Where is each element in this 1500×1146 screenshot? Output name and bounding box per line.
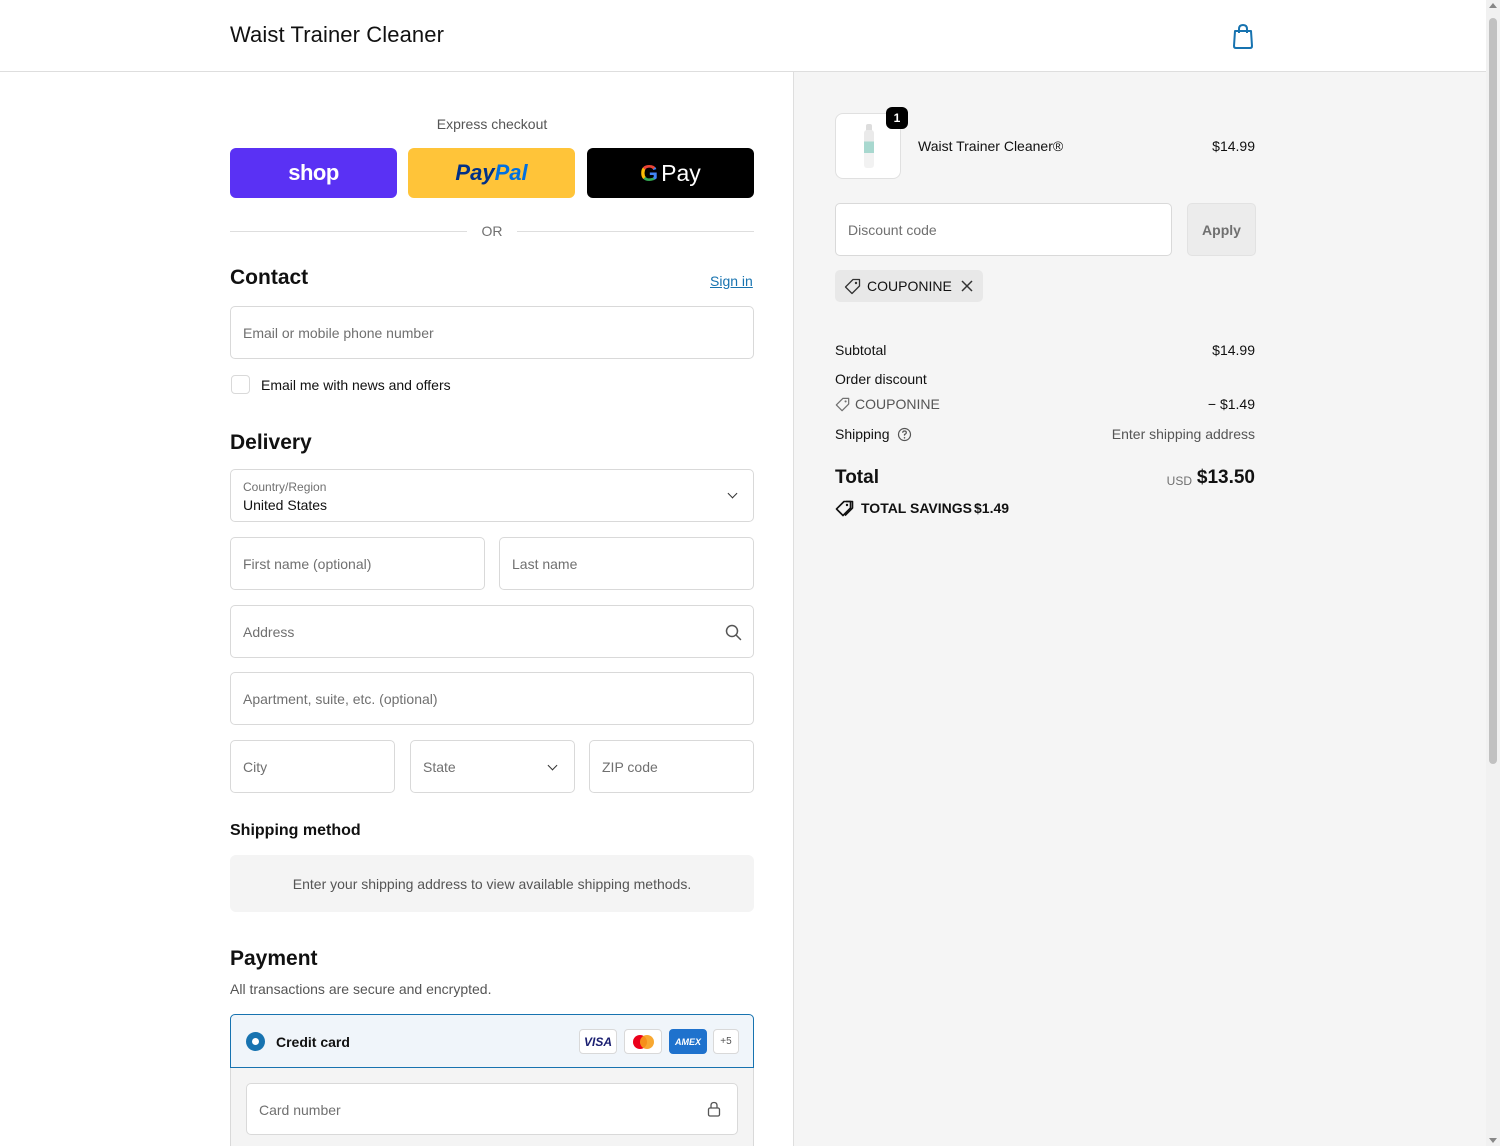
savings-label: TOTAL SAVINGS — [861, 500, 972, 516]
credit-card-option[interactable]: Credit card VISA AMEX +5 — [230, 1014, 754, 1068]
shipping-method-message: Enter your shipping address to view avai… — [292, 876, 692, 892]
zip-placeholder: ZIP code — [602, 759, 658, 775]
quantity-badge: 1 — [886, 107, 908, 129]
scrollbar-thumb[interactable] — [1489, 18, 1497, 764]
email-field[interactable]: Email or mobile phone number — [230, 306, 754, 359]
delivery-title: Delivery — [230, 431, 312, 454]
last-name-placeholder: Last name — [512, 556, 578, 572]
shop-pay-button[interactable]: shop — [230, 148, 397, 198]
google-g-icon: G — [640, 159, 659, 186]
shipping-value: Enter shipping address — [1111, 426, 1255, 442]
last-name-field[interactable]: Last name — [499, 537, 754, 590]
city-field[interactable]: City — [230, 740, 395, 793]
order-discount-label: Order discount — [835, 371, 927, 387]
discount-placeholder: Discount code — [848, 222, 937, 238]
country-label: Country/Region — [243, 480, 327, 494]
address-field[interactable]: Address — [230, 605, 754, 658]
card-number-field[interactable]: Card number — [246, 1083, 738, 1135]
paypal-logo-pal: Pal — [494, 160, 528, 185]
help-icon[interactable] — [897, 427, 912, 442]
coupon-code-label: COUPONINE — [867, 278, 952, 294]
payment-title: Payment — [230, 947, 318, 970]
lock-icon — [707, 1101, 721, 1117]
shopping-bag-icon[interactable] — [1231, 23, 1255, 49]
savings-value: $1.49 — [974, 500, 1010, 516]
tag-icon — [835, 397, 850, 412]
state-placeholder: State — [423, 759, 456, 775]
close-icon[interactable] — [959, 278, 975, 294]
paypal-button[interactable]: Pay Pal — [408, 148, 575, 198]
shipping-method-notice: Enter your shipping address to view avai… — [230, 855, 754, 912]
header: Waist Trainer Cleaner — [0, 0, 1486, 72]
applied-coupon-chip: COUPONINE — [835, 270, 983, 302]
paypal-logo-pay: Pay — [455, 160, 495, 185]
search-icon — [725, 624, 742, 641]
mastercard-icon — [624, 1029, 662, 1054]
more-cards-badge: +5 — [713, 1029, 739, 1054]
google-pay-label: Pay — [661, 159, 701, 186]
newsletter-checkbox[interactable] — [231, 375, 250, 394]
address-placeholder: Address — [243, 624, 295, 640]
chevron-down-icon — [727, 488, 738, 499]
apartment-field[interactable]: Apartment, suite, etc. (optional) — [230, 672, 754, 725]
total-value: $13.50 — [1196, 467, 1255, 488]
state-select[interactable]: State — [410, 740, 575, 793]
scrollbar[interactable] — [1486, 0, 1500, 1146]
product-name: Waist Trainer Cleaner® — [918, 138, 1064, 154]
contact-title: Contact — [230, 266, 309, 289]
subtotal-value: $14.99 — [1212, 342, 1255, 358]
payment-note: All transactions are secure and encrypte… — [230, 981, 492, 997]
tag-icon — [844, 278, 861, 295]
savings-tag-icon — [835, 500, 854, 517]
sign-in-link[interactable]: Sign in — [710, 273, 753, 289]
total-label: Total — [835, 467, 879, 488]
apartment-placeholder: Apartment, suite, etc. (optional) — [243, 691, 438, 707]
newsletter-label: Email me with news and offers — [261, 377, 451, 393]
credit-card-radio[interactable] — [246, 1032, 265, 1051]
discount-value: − $1.49 — [1207, 396, 1255, 412]
apply-discount-button[interactable]: Apply — [1187, 203, 1256, 256]
country-value: United States — [243, 497, 328, 513]
city-placeholder: City — [243, 759, 268, 775]
google-pay-button[interactable]: G Pay — [587, 148, 754, 198]
discount-code-label: COUPONINE — [855, 396, 940, 412]
shipping-method-title: Shipping method — [230, 822, 361, 839]
product-image — [864, 130, 874, 168]
visa-icon: VISA — [579, 1029, 617, 1054]
or-label: OR — [481, 223, 503, 239]
shipping-label: Shipping — [835, 426, 890, 442]
subtotal-label: Subtotal — [835, 342, 887, 358]
express-checkout-label: Express checkout — [436, 116, 548, 132]
chevron-down-icon — [547, 760, 558, 771]
scroll-down-arrow-icon[interactable] — [1489, 1138, 1497, 1143]
first-name-placeholder: First name (optional) — [243, 556, 372, 572]
card-number-placeholder: Card number — [259, 1102, 341, 1118]
total-currency: USD — [1166, 474, 1192, 488]
shop-pay-logo: shop — [288, 160, 339, 185]
scroll-up-arrow-icon[interactable] — [1489, 3, 1497, 8]
credit-card-form: Card number — [230, 1068, 754, 1146]
product-price: $14.99 — [1212, 138, 1255, 154]
credit-card-label: Credit card — [276, 1034, 350, 1050]
country-select[interactable]: Country/Region United States — [230, 469, 754, 522]
first-name-field[interactable]: First name (optional) — [230, 537, 485, 590]
amex-icon: AMEX — [669, 1029, 707, 1054]
email-placeholder: Email or mobile phone number — [243, 325, 434, 341]
zip-field[interactable]: ZIP code — [589, 740, 754, 793]
store-brand[interactable]: Waist Trainer Cleaner — [230, 22, 444, 48]
discount-code-field[interactable]: Discount code — [835, 203, 1172, 256]
or-divider: OR — [230, 222, 754, 242]
